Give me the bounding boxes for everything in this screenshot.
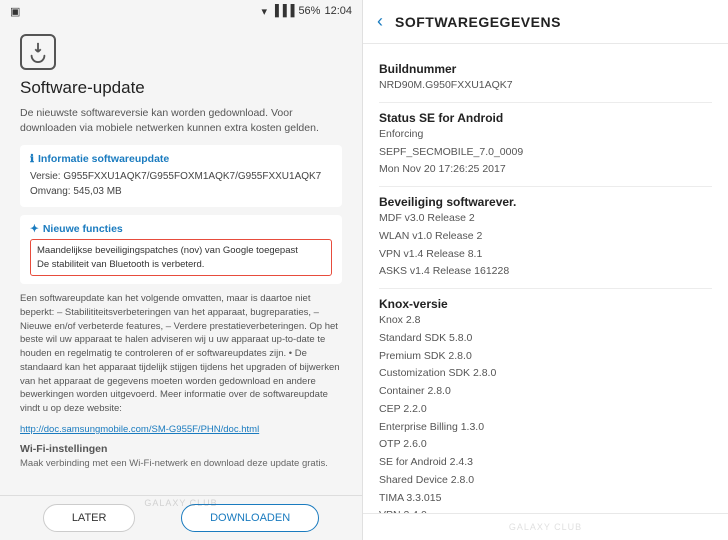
- watermark-left: GALAXY CLUB: [144, 498, 217, 508]
- knox-8: SE for Android 2.4.3: [379, 455, 712, 471]
- knox-7: OTP 2.6.0: [379, 437, 712, 453]
- feature-item-2: De stabiliteit van Bluetooth is verbeter…: [37, 258, 325, 271]
- sw-sec-3: ASKS v1.4 Release 161228: [379, 264, 712, 280]
- knox-10: TIMA 3.3.015: [379, 491, 712, 507]
- right-page-title: SOFTWAREGEGEVENS: [395, 14, 561, 30]
- status-value-1: SEPF_SECMOBILE_7.0_0009: [379, 145, 712, 161]
- features-highlight: Maandelijkse beveiligingspatches (nov) v…: [30, 239, 332, 276]
- new-features-box: ✦ Nieuwe functies Maandelijkse beveiligi…: [20, 215, 342, 284]
- version-row: Versie: G955FXXU1AQK7/G955FOXM1AQK7/G955…: [30, 169, 332, 184]
- knox-6: Enterprise Billing 1.3.0: [379, 420, 712, 436]
- info-box: ℹ Informatie softwareupdate Versie: G955…: [20, 145, 342, 207]
- knox-2: Premium SDK 2.8.0: [379, 349, 712, 365]
- status-value-2: Mon Nov 20 17:26:25 2017: [379, 162, 712, 178]
- knox-label: Knox-versie: [379, 297, 712, 311]
- later-button[interactable]: LATER: [43, 504, 136, 532]
- main-description: Een softwareupdate kan het volgende omva…: [20, 292, 342, 416]
- build-value: NRD90M.G950FXXU1AQK7: [379, 78, 712, 94]
- build-label: Buildnummer: [379, 62, 712, 76]
- right-footer: GALAXY CLUB: [363, 513, 728, 540]
- doc-link[interactable]: http://doc.samsungmobile.com/SM-G955F/PH…: [20, 424, 342, 435]
- knox-0: Knox 2.8: [379, 313, 712, 329]
- sw-sec-0: MDF v3.0 Release 2: [379, 211, 712, 227]
- divider-1: [379, 102, 712, 103]
- right-panel: ‹ SOFTWAREGEGEVENS Buildnummer NRD90M.G9…: [362, 0, 728, 540]
- knox-1: Standard SDK 5.8.0: [379, 331, 712, 347]
- time-display: 12:04: [324, 5, 352, 17]
- new-features-title: ✦ Nieuwe functies: [30, 223, 332, 235]
- info-box-title: ℹ Informatie softwareupdate: [30, 153, 332, 165]
- left-panel: ▣ ▾ ▐▐▐ 56% 12:04 Software-update De nie…: [0, 0, 362, 540]
- sw-sec-2: VPN v1.4 Release 8.1: [379, 247, 712, 263]
- sw-sec-1: WLAN v1.0 Release 2: [379, 229, 712, 245]
- feature-item-1: Maandelijkse beveiligingspatches (nov) v…: [37, 244, 325, 257]
- signal-bars: ▐▐▐: [271, 5, 294, 17]
- status-bar-indicator: ▣: [10, 5, 20, 18]
- battery-level: 56%: [298, 5, 320, 17]
- knox-4: Container 2.8.0: [379, 384, 712, 400]
- status-label: Status SE for Android: [379, 111, 712, 125]
- software-sec-label: Beveiliging softwarever.: [379, 195, 712, 209]
- wifi-icon: ▾: [262, 5, 268, 18]
- size-row: Omvang: 545,03 MB: [30, 184, 332, 199]
- download-button[interactable]: DOWNLOADEN: [181, 504, 319, 532]
- left-page-title: Software-update: [20, 78, 342, 98]
- divider-3: [379, 288, 712, 289]
- left-content: Software-update De nieuwste softwarevers…: [0, 22, 362, 495]
- back-arrow-icon[interactable]: ‹: [377, 11, 383, 32]
- status-bar: ▣ ▾ ▐▐▐ 56% 12:04: [0, 0, 362, 22]
- right-header: ‹ SOFTWAREGEGEVENS: [363, 0, 728, 44]
- wifi-desc: Maak verbinding met een Wi-Fi-netwerk en…: [20, 457, 342, 470]
- wifi-section: Wi-Fi-instellingen Maak verbinding met e…: [20, 443, 342, 470]
- status-value-0: Enforcing: [379, 127, 712, 143]
- update-icon: [20, 34, 56, 70]
- right-content: Buildnummer NRD90M.G950FXXU1AQK7 Status …: [363, 44, 728, 513]
- info-icon: ℹ: [30, 153, 34, 165]
- new-features-icon: ✦: [30, 223, 39, 235]
- watermark-right: GALAXY CLUB: [379, 522, 712, 532]
- divider-2: [379, 186, 712, 187]
- knox-5: CEP 2.2.0: [379, 402, 712, 418]
- left-description: De nieuwste softwareversie kan worden ge…: [20, 106, 342, 135]
- wifi-title: Wi-Fi-instellingen: [20, 443, 342, 455]
- knox-9: Shared Device 2.8.0: [379, 473, 712, 489]
- knox-3: Customization SDK 2.8.0: [379, 366, 712, 382]
